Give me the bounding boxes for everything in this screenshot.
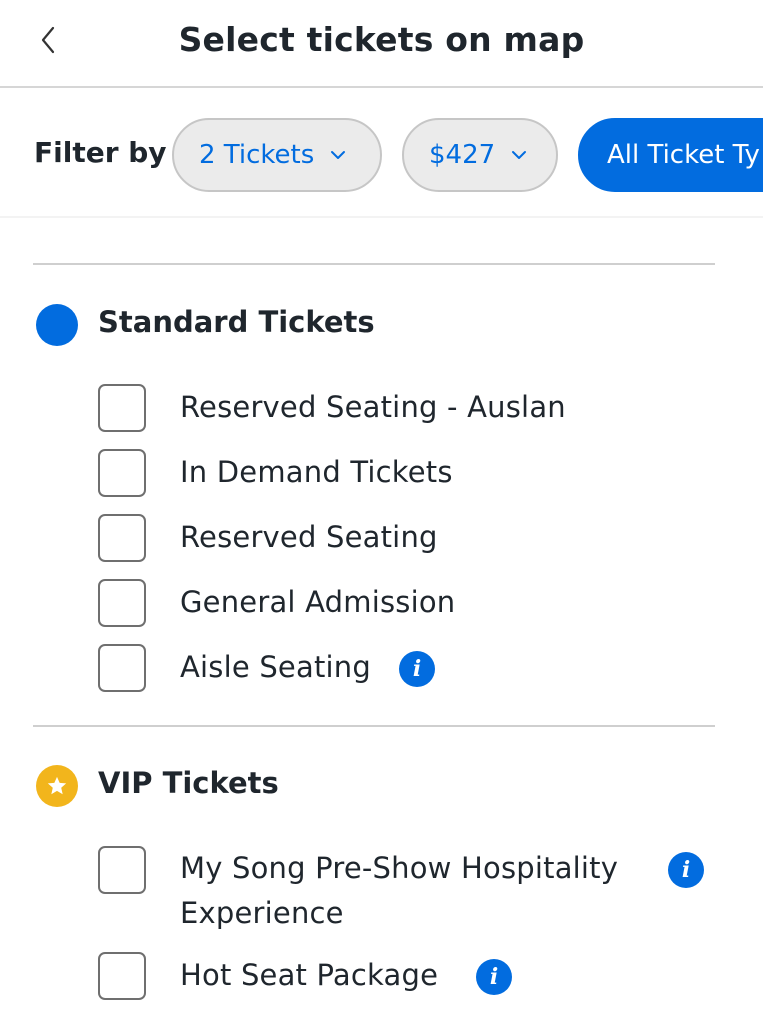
option-label: Reserved Seating - Auslan <box>180 390 566 424</box>
page-title: Select tickets on map <box>178 20 585 59</box>
option-label-line-1: My Song Pre-Show Hospitality <box>180 851 619 885</box>
info-icon[interactable]: i <box>476 959 512 995</box>
filter-label: Filter by <box>34 136 167 169</box>
checkbox[interactable] <box>98 514 146 562</box>
option-label: General Admission <box>180 585 456 619</box>
option-label: My Song Pre-Show Hospitality Experience <box>180 846 618 936</box>
price-filter-dropdown[interactable]: $427 <box>402 118 558 192</box>
checkbox[interactable] <box>98 846 146 894</box>
checkbox[interactable] <box>98 644 146 692</box>
checkbox[interactable] <box>98 384 146 432</box>
standard-tickets-heading: Standard Tickets <box>98 305 375 339</box>
option-label: Reserved Seating <box>180 520 438 554</box>
vip-section-marker <box>36 765 78 807</box>
section-divider <box>33 263 715 265</box>
ticket-type-filter-button[interactable]: All Ticket Ty <box>578 118 763 192</box>
checkbox[interactable] <box>98 952 146 1000</box>
section-divider <box>33 725 715 727</box>
option-label: Hot Seat Package <box>180 958 439 992</box>
chevron-down-icon <box>330 150 346 160</box>
checkbox[interactable] <box>98 579 146 627</box>
top-bar: Select tickets on map <box>0 0 763 88</box>
quantity-filter-dropdown[interactable]: 2 Tickets <box>172 118 382 192</box>
price-filter-value: $427 <box>429 140 496 170</box>
star-icon <box>36 765 78 807</box>
option-label-line-2: Experience <box>180 896 344 930</box>
vip-tickets-heading: VIP Tickets <box>98 766 279 800</box>
quantity-filter-value: 2 Tickets <box>199 140 315 170</box>
info-icon[interactable]: i <box>668 852 704 888</box>
option-label: Aisle Seating <box>180 650 371 684</box>
chevron-down-icon <box>511 150 527 160</box>
standard-section-marker <box>36 304 78 346</box>
info-icon[interactable]: i <box>399 651 435 687</box>
filter-bar: Filter by 2 Tickets $427 All Ticket Ty <box>0 90 763 218</box>
option-my-song-pre-show-hospitality[interactable]: My Song Pre-Show Hospitality Experience … <box>98 846 728 942</box>
ticket-type-filter-value: All Ticket Ty <box>607 140 760 170</box>
checkbox[interactable] <box>98 449 146 497</box>
blue-dot-icon <box>36 304 78 346</box>
option-label: In Demand Tickets <box>180 455 453 489</box>
